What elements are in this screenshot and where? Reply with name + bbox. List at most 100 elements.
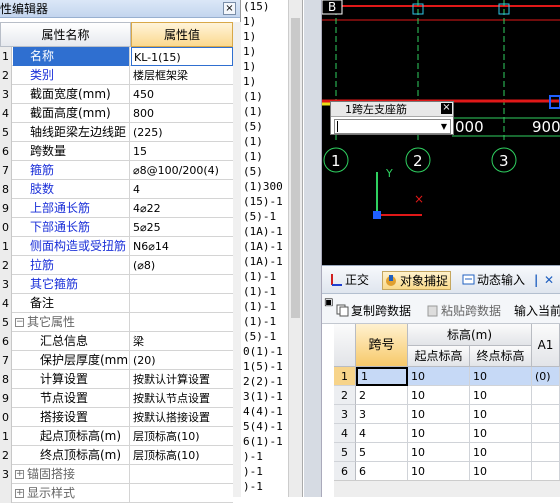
property-value[interactable]: 按默认计算设置 xyxy=(131,370,233,389)
a1-cell[interactable] xyxy=(532,405,560,424)
a1-cell[interactable] xyxy=(532,386,560,405)
property-value[interactable]: 15 xyxy=(131,142,233,161)
a1-cell[interactable] xyxy=(532,424,560,443)
span-cell[interactable]: 1 xyxy=(356,367,408,386)
input-current-button[interactable]: 输入当前 xyxy=(514,302,560,321)
rebar-combo-input[interactable]: ▼ xyxy=(334,119,451,134)
property-value[interactable] xyxy=(131,294,233,313)
property-value[interactable]: (225) xyxy=(131,123,233,142)
property-row[interactable]: 7 箍筋 ⌀8@100/200(4) xyxy=(0,161,233,180)
property-value[interactable]: 450 xyxy=(131,85,233,104)
column-header-value[interactable]: 属性值 xyxy=(131,22,233,47)
property-row[interactable]: 0 下部通长筋 5⌀25 xyxy=(0,218,233,237)
property-row[interactable]: 4 截面高度(mm) 800 xyxy=(0,104,233,123)
property-row[interactable]: 2 类别 楼层框架梁 xyxy=(0,66,233,85)
property-value[interactable] xyxy=(131,484,233,503)
column-header-end-elev[interactable]: 终点标高 xyxy=(470,346,532,367)
end-elev-cell[interactable]: 10 xyxy=(470,443,532,462)
column-header-span[interactable]: 跨号 xyxy=(356,324,408,367)
property-value[interactable]: 4⌀22 xyxy=(131,199,233,218)
property-row[interactable]: 3 + 锚固搭接 xyxy=(0,465,233,484)
end-elev-cell[interactable]: 10 xyxy=(470,424,532,443)
property-row[interactable]: 6 汇总信息 梁 xyxy=(0,332,233,351)
property-value[interactable]: 800 xyxy=(131,104,233,123)
property-row[interactable]: 1 侧面构造或受扭筋 N6⌀14 xyxy=(0,237,233,256)
column-header-start-elev[interactable]: 起点标高 xyxy=(408,346,470,367)
splitter[interactable] xyxy=(304,0,322,497)
column-header-elevation[interactable]: 标高(m) xyxy=(408,324,532,346)
property-row[interactable]: + 显示样式 xyxy=(0,484,233,503)
row-number[interactable]: 2 xyxy=(334,386,356,405)
dynamic-input-toggle[interactable]: 动态输入 xyxy=(462,271,525,290)
log-scrollbar[interactable] xyxy=(288,0,302,497)
property-value[interactable]: (⌀8) xyxy=(131,256,233,275)
close-icon[interactable]: × xyxy=(441,103,452,114)
span-cell[interactable]: 6 xyxy=(356,462,408,481)
a1-cell[interactable] xyxy=(532,462,560,481)
property-row[interactable]: 8 计算设置 按默认计算设置 xyxy=(0,370,233,389)
start-elev-cell[interactable]: 10 xyxy=(408,462,470,481)
copy-span-data-button[interactable]: 复制跨数据 xyxy=(336,302,411,321)
property-value[interactable]: 4 xyxy=(131,180,233,199)
property-value[interactable]: 层顶标高(10) xyxy=(131,427,233,446)
property-row[interactable]: 0 搭接设置 按默认搭接设置 xyxy=(0,408,233,427)
property-row[interactable]: 3 截面宽度(mm) 450 xyxy=(0,85,233,104)
cross-icon[interactable]: ✕ xyxy=(544,271,554,290)
property-row[interactable]: 6 跨数量 15 xyxy=(0,142,233,161)
property-row[interactable]: 4 备注 xyxy=(0,294,233,313)
property-row[interactable]: 3 其它箍筋 xyxy=(0,275,233,294)
row-number[interactable]: 1 xyxy=(334,367,356,386)
property-value[interactable]: 层顶标高(10) xyxy=(131,446,233,465)
end-elev-cell[interactable]: 10 xyxy=(470,386,532,405)
a1-cell[interactable]: (0) xyxy=(532,367,560,386)
snap-toggle[interactable]: 对象捕捉 xyxy=(382,271,452,290)
property-row[interactable]: 9 节点设置 按默认节点设置 xyxy=(0,389,233,408)
end-elev-cell[interactable]: 10 xyxy=(470,405,532,424)
a1-cell[interactable] xyxy=(532,443,560,462)
property-row[interactable]: 7 保护层厚度(mm) (20) xyxy=(0,351,233,370)
property-row[interactable]: 1 起点顶标高(m) 层顶标高(10) xyxy=(0,427,233,446)
column-header-a1[interactable]: A1 xyxy=(532,324,560,367)
row-number[interactable]: 3 xyxy=(334,405,356,424)
property-row[interactable]: 1 名称 KL-1(15) xyxy=(0,47,233,66)
span-cell[interactable]: 5 xyxy=(356,443,408,462)
property-value[interactable] xyxy=(131,275,233,294)
property-value[interactable]: 按默认节点设置 xyxy=(131,389,233,408)
end-elev-cell[interactable]: 10 xyxy=(470,367,532,386)
paste-span-data-button[interactable]: 粘贴跨数据 xyxy=(426,302,501,321)
row-number[interactable]: 6 xyxy=(334,462,356,481)
row-number[interactable]: 4 xyxy=(334,424,356,443)
property-row[interactable]: 2 终点顶标高(m) 层顶标高(10) xyxy=(0,446,233,465)
property-row[interactable]: 5 轴线距梁左边线距 (225) xyxy=(0,123,233,142)
start-elev-cell[interactable]: 10 xyxy=(408,386,470,405)
property-value[interactable] xyxy=(131,465,233,484)
span-cell[interactable]: 4 xyxy=(356,424,408,443)
property-value[interactable]: KL-1(15) xyxy=(131,47,233,66)
grid-horizontal-scrollbar[interactable] xyxy=(334,480,560,497)
close-icon[interactable]: × xyxy=(223,2,236,15)
span-cell[interactable]: 3 xyxy=(356,405,408,424)
property-row[interactable]: 2 拉筋 (⌀8) xyxy=(0,256,233,275)
start-elev-cell[interactable]: 10 xyxy=(408,367,470,386)
property-value[interactable]: 按默认搭接设置 xyxy=(131,408,233,427)
property-row[interactable]: 5− 其它属性 xyxy=(0,313,233,332)
property-value[interactable]: ⌀8@100/200(4) xyxy=(131,161,233,180)
property-value[interactable]: 梁 xyxy=(131,332,233,351)
chevron-down-icon[interactable]: ▼ xyxy=(438,120,450,133)
property-scrollbar[interactable] xyxy=(233,22,241,497)
property-value[interactable]: 楼层框架梁 xyxy=(131,66,233,85)
ortho-toggle[interactable]: 正交 xyxy=(330,271,369,290)
property-row[interactable]: 9 上部通长筋 4⌀22 xyxy=(0,199,233,218)
start-elev-cell[interactable]: 10 xyxy=(408,443,470,462)
start-elev-cell[interactable]: 10 xyxy=(408,405,470,424)
scrollbar-thumb[interactable] xyxy=(291,18,300,318)
property-value[interactable] xyxy=(131,313,233,332)
property-value[interactable]: N6⌀14 xyxy=(131,237,233,256)
row-number[interactable]: 5 xyxy=(334,443,356,462)
property-row[interactable]: 8 肢数 4 xyxy=(0,180,233,199)
end-elev-cell[interactable]: 10 xyxy=(470,462,532,481)
property-value[interactable]: 5⌀25 xyxy=(131,218,233,237)
start-elev-cell[interactable]: 10 xyxy=(408,424,470,443)
property-value[interactable]: (20) xyxy=(131,351,233,370)
expand-icon[interactable]: + xyxy=(15,470,24,479)
